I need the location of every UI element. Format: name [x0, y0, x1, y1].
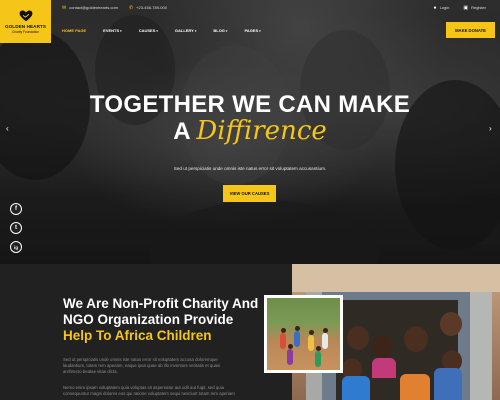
chevron-down-icon: ▾ [225, 28, 228, 33]
hero-title-prefix: A [173, 118, 190, 145]
user-icon: ● [433, 4, 437, 11]
chevron-down-icon: ▾ [156, 28, 158, 33]
nav-label: GALLERY [174, 27, 194, 33]
nav-label: HOME PAGE [62, 27, 87, 33]
facebook-icon[interactable]: f [10, 203, 22, 215]
nav-item-events[interactable]: EVENTS▾ [103, 28, 122, 33]
email-text: contact@goldenhearts.com [69, 5, 118, 10]
children-playing-photo [264, 295, 343, 373]
main-nav: HOME PAGE EVENTS▾ CAUSES▾ GALLERY▾ BLOG▾… [51, 21, 267, 39]
about-title-line3: Help To Africa Children [63, 328, 212, 343]
nav-item-blog[interactable]: BLOG▾ [213, 28, 227, 33]
nav-label: BLOG [213, 27, 225, 33]
slider-next-arrow-icon[interactable]: › [489, 124, 492, 133]
view-causes-button[interactable]: VIEW OUR CAUSES [223, 185, 276, 202]
chevron-down-icon: ▾ [120, 28, 122, 33]
twitter-icon[interactable]: t [10, 222, 22, 234]
make-donate-button[interactable]: MAKE DONATE [446, 22, 495, 38]
brand-subtitle: Charity Foundation [12, 29, 39, 34]
top-bar: ✉ contact@goldenhearts.com ✆ +23-456-789… [51, 0, 500, 15]
hero-subtitle: Sed ut perspiciatis unde omnis iste natu… [173, 166, 327, 171]
login-link[interactable]: ● Login [434, 5, 450, 11]
register-label: Register [471, 5, 486, 10]
brand-title: GOLDEN HEARTS [4, 23, 47, 29]
paragraph-line: consequuntur magni dolores eos qui ratio… [63, 391, 235, 397]
page: GOLDEN HEARTS Charity Foundation ✉ conta… [0, 0, 500, 400]
nav-label: PAGES [244, 27, 259, 33]
hero-title-script: Diffirence [196, 116, 327, 146]
nav-item-pages[interactable]: PAGES▾ [244, 28, 260, 33]
slider-prev-arrow-icon[interactable]: ‹ [6, 124, 9, 133]
chevron-down-icon: ▾ [259, 28, 261, 33]
register-link[interactable]: ▣ Register [463, 5, 486, 11]
nav-item-home[interactable]: HOME PAGE [62, 28, 86, 33]
email-contact[interactable]: ✉ contact@goldenhearts.com [62, 5, 118, 11]
about-paragraph-2: Nemo enim ipsam voluptatem quia voluptas… [63, 385, 273, 397]
envelope-icon: ✉ [62, 4, 67, 11]
hero-title-line1: TOGETHER WE CAN MAKE [89, 91, 411, 118]
chevron-down-icon: ▾ [194, 28, 197, 33]
nav-item-gallery[interactable]: GALLERY▾ [175, 28, 196, 33]
phone-text: +23-456-789-000 [136, 5, 167, 10]
login-label: Login [439, 5, 450, 10]
about-paragraph-1: Sed ut perspiciatis unde omnis iste natu… [63, 357, 273, 376]
about-title-line1: We Are Non-Profit Charity And [63, 296, 259, 311]
heart-hand-icon [19, 9, 32, 21]
instagram-icon[interactable]: ig [10, 241, 22, 253]
hero-title-line2: A Diffirence [0, 116, 500, 146]
phone-icon: ✆ [128, 4, 134, 11]
nav-label: CAUSES [138, 27, 156, 33]
brand-logo[interactable]: GOLDEN HEARTS Charity Foundation [0, 0, 51, 43]
about-title: We Are Non-Profit Charity And NGO Organi… [63, 296, 278, 344]
about-title-line2: NGO Organization Provide [63, 312, 234, 327]
nav-item-causes[interactable]: CAUSES▾ [139, 28, 158, 33]
phone-contact[interactable]: ✆ +23-456-789-000 [129, 5, 167, 11]
nav-label: EVENTS [103, 27, 120, 33]
lock-icon: ▣ [463, 4, 469, 11]
paragraph-line: architecto beatae vitae dicta. [63, 369, 118, 375]
